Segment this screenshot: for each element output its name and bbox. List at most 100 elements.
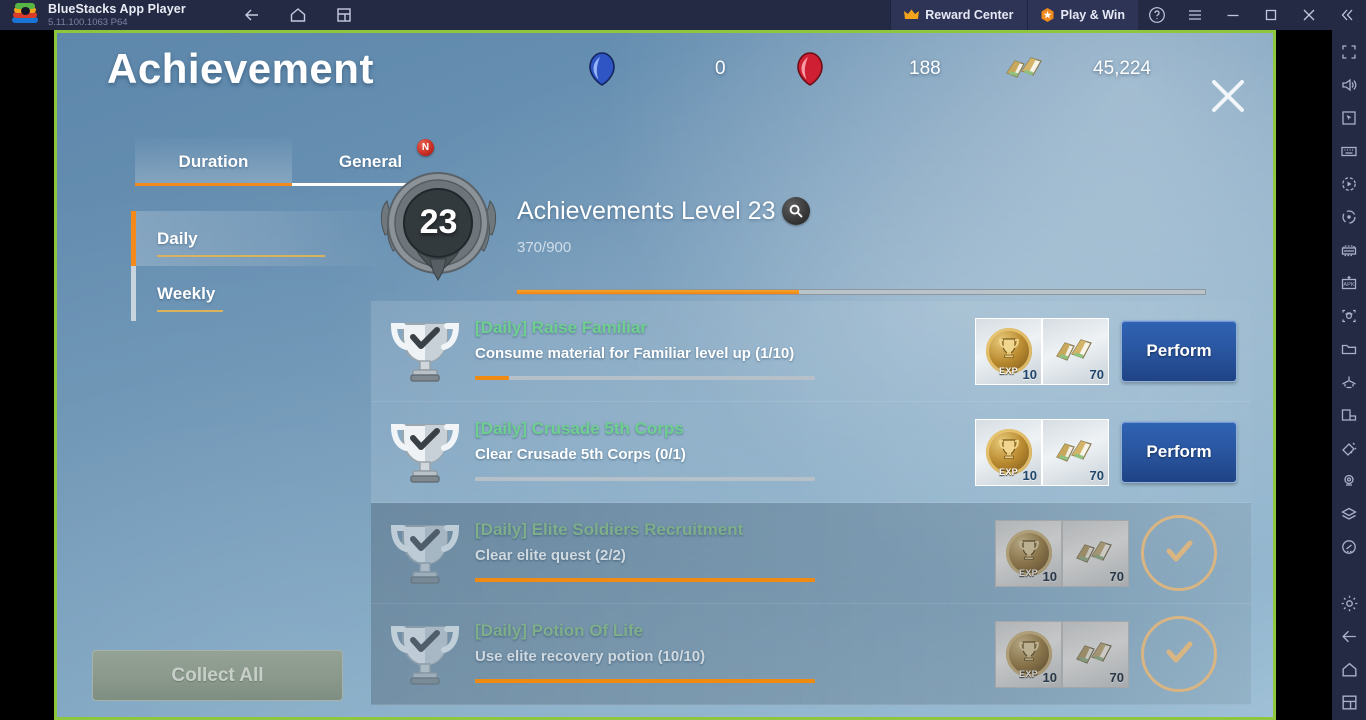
achievement-progress-bar: [475, 578, 815, 582]
level-progress-fill: [517, 290, 800, 294]
scroll-icon: [1003, 51, 1042, 87]
fullscreen-icon[interactable]: [1334, 37, 1364, 67]
nav-item-daily-label: Daily: [157, 228, 198, 248]
trim-icon[interactable]: [1334, 433, 1364, 463]
layers-icon[interactable]: [1334, 499, 1364, 529]
check-icon: [1158, 530, 1200, 577]
back-icon[interactable]: [242, 5, 262, 25]
nav-item-daily[interactable]: Daily: [131, 211, 396, 266]
reward-slot-scroll[interactable]: 70: [1062, 519, 1129, 587]
blue-gem-icon: [587, 51, 617, 87]
back-icon[interactable]: [1334, 621, 1364, 651]
achievement-desc: Clear elite quest (2/2): [475, 547, 626, 564]
app-title: BlueStacks App Player: [48, 2, 186, 16]
screenshot-icon[interactable]: [1334, 301, 1364, 331]
reward-slot-exp[interactable]: EXP 10: [995, 620, 1062, 688]
play-and-win-button[interactable]: Play & Win: [1026, 0, 1138, 30]
home-icon[interactable]: [288, 5, 308, 25]
blue-gem-value: 0: [715, 58, 726, 79]
reward-slot-scroll[interactable]: 70: [1042, 317, 1109, 385]
red-gem-icon: [795, 51, 825, 87]
close-icon[interactable]: [1290, 0, 1328, 30]
trophy-icon: [389, 314, 461, 388]
claim-reward-button[interactable]: [1141, 616, 1217, 692]
cursor-icon[interactable]: [1334, 103, 1364, 133]
location-icon[interactable]: [1334, 466, 1364, 496]
multi-instance-icon[interactable]: [334, 5, 354, 25]
row-text: [Daily] Raise Familiar Consume material …: [475, 314, 975, 388]
collect-all-label: Collect All: [171, 664, 264, 686]
collapse-icon[interactable]: [1328, 0, 1366, 30]
rotate-icon[interactable]: [1334, 202, 1364, 232]
reward-slot-exp[interactable]: EXP 10: [975, 418, 1042, 486]
apk-install-icon[interactable]: APK: [1334, 268, 1364, 298]
macro-record-icon[interactable]: [1334, 169, 1364, 199]
achievement-desc: Consume material for Familiar level up (…: [475, 345, 795, 362]
reward-qty: 70: [1109, 568, 1124, 584]
claim-reward-button[interactable]: [1141, 515, 1217, 591]
achievement-desc: Use elite recovery potion (10/10): [475, 648, 706, 665]
achievement-title: [Daily] Potion Of Life: [475, 621, 644, 640]
nav-active-edge: [131, 211, 136, 266]
table-row[interactable]: [Daily] Crusade 5th Corps Clear Crusade …: [371, 402, 1251, 503]
reward-center-label: Reward Center: [925, 8, 1014, 22]
reward-slot-scroll[interactable]: 70: [1062, 620, 1129, 688]
table-row[interactable]: [Daily] Elite Soldiers Recruitment Clear…: [371, 503, 1251, 604]
search-icon[interactable]: [782, 197, 810, 225]
achievement-title: [Daily] Crusade 5th Corps: [475, 419, 684, 438]
nav-edge: [131, 266, 136, 321]
maximize-icon[interactable]: [1252, 0, 1290, 30]
reward-slot-scroll[interactable]: 70: [1042, 418, 1109, 486]
level-medal-icon: 23: [371, 163, 506, 288]
media-folder-icon[interactable]: [1334, 334, 1364, 364]
gamepad-icon[interactable]: [1334, 235, 1364, 265]
reward-qty: 10: [1022, 366, 1037, 382]
keyboard-icon[interactable]: [1334, 136, 1364, 166]
scroll-icon: [1073, 634, 1119, 674]
perform-label: Perform: [1146, 341, 1212, 360]
star-badge-icon: [1041, 8, 1054, 22]
close-dialog-button[interactable]: [1205, 73, 1251, 119]
reward-slot-exp[interactable]: EXP 10: [995, 519, 1062, 587]
trophy-icon: [389, 617, 461, 691]
achievement-progress-bar: [475, 477, 815, 481]
perform-button[interactable]: Perform: [1121, 421, 1237, 483]
table-row[interactable]: [Daily] Raise Familiar Consume material …: [371, 301, 1251, 402]
play-and-win-label: Play & Win: [1060, 8, 1125, 22]
volume-icon[interactable]: [1334, 70, 1364, 100]
table-row[interactable]: [Daily] Potion Of Life Use elite recover…: [371, 604, 1251, 705]
scroll-icon: [1053, 432, 1099, 472]
level-medal-number: 23: [419, 203, 458, 241]
home-icon[interactable]: [1334, 654, 1364, 684]
achievement-progress-bar: [475, 376, 815, 380]
help-icon[interactable]: [1138, 0, 1176, 30]
tab-duration[interactable]: Duration: [135, 138, 292, 186]
level-title: Achievements Level 23: [517, 197, 776, 225]
reward-slot-exp[interactable]: EXP 10: [975, 317, 1042, 385]
achievement-progress-bar: [475, 679, 815, 683]
nav-underline: [157, 310, 223, 312]
game-viewport[interactable]: Achievement 0 188 45,224 Duration Genera…: [54, 30, 1276, 720]
performance-icon[interactable]: [1334, 532, 1364, 562]
reward-group: EXP 10 70: [995, 620, 1129, 688]
nav-item-weekly[interactable]: Weekly: [131, 266, 396, 321]
achievement-title: [Daily] Elite Soldiers Recruitment: [475, 520, 744, 539]
page-title: Achievement: [107, 45, 374, 92]
gear-icon[interactable]: [1334, 588, 1364, 618]
perform-button[interactable]: Perform: [1121, 320, 1237, 382]
reward-qty: 10: [1042, 669, 1057, 685]
eco-mode-icon[interactable]: [1334, 367, 1364, 397]
menu-icon[interactable]: [1176, 0, 1214, 30]
trophy-icon: [389, 415, 461, 489]
minimize-icon[interactable]: [1214, 0, 1252, 30]
reward-center-button[interactable]: Reward Center: [890, 0, 1027, 30]
multi-window-icon[interactable]: [1334, 400, 1364, 430]
recents-icon[interactable]: [1334, 687, 1364, 717]
nav-item-weekly-label: Weekly: [157, 283, 216, 303]
achievement-progress-fill: [475, 376, 509, 380]
reward-qty: 70: [1089, 366, 1104, 382]
currency-scroll: 45,224: [1003, 51, 1151, 87]
scroll-value: 45,224: [1093, 58, 1152, 79]
category-nav: Daily Weekly: [131, 211, 396, 321]
collect-all-button[interactable]: Collect All: [92, 650, 343, 701]
